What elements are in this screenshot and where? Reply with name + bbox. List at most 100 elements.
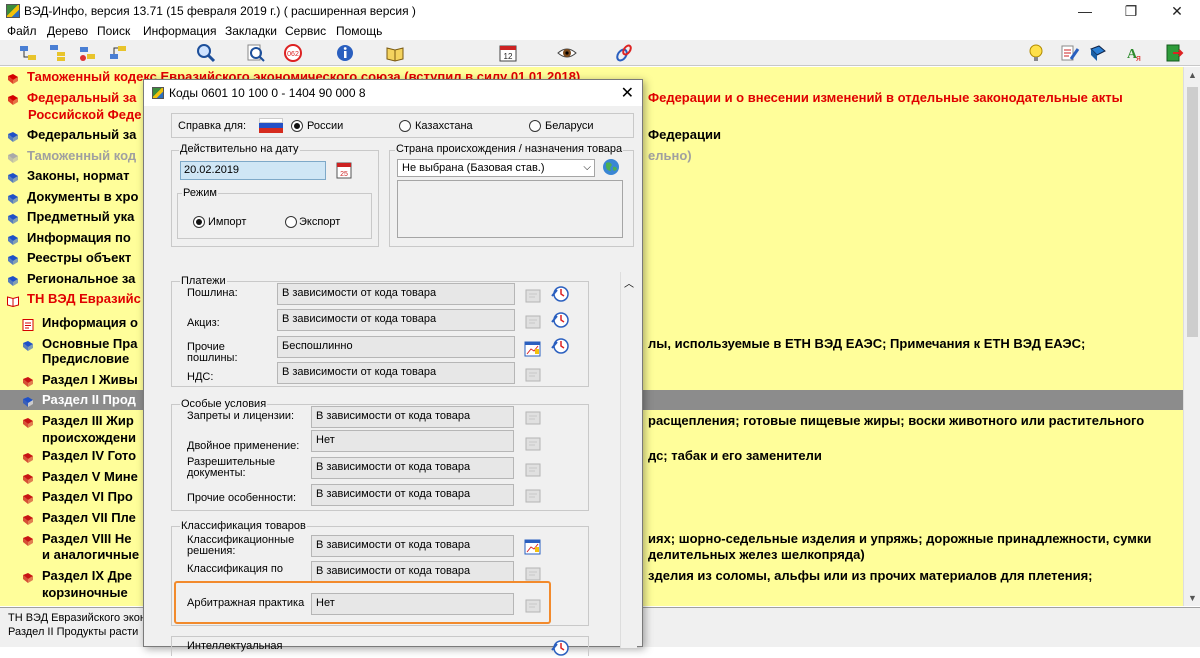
bulb-icon[interactable] — [1026, 43, 1046, 63]
menu-tree[interactable]: Дерево — [47, 24, 88, 38]
link-icon[interactable] — [614, 43, 634, 63]
tree-row-label: Раздел VI Про — [42, 489, 133, 504]
menu-file[interactable]: Файл — [7, 24, 37, 38]
book-icon — [22, 394, 34, 407]
book-icon — [22, 415, 34, 428]
other-features-value: В зависимости от кода товара — [311, 484, 514, 506]
codes-dialog: Коды 0601 10 100 0 - 1404 90 000 8 ✕ Спр… — [143, 79, 643, 656]
search-doc-icon[interactable] — [246, 43, 266, 63]
menu-bar: Файл Дерево Поиск Информация Закладки Се… — [0, 22, 1200, 40]
doc-disabled-icon[interactable] — [523, 408, 543, 428]
tree-row-label: Предисловие — [42, 351, 130, 366]
menu-search[interactable]: Поиск — [97, 24, 130, 38]
menu-bookmarks[interactable]: Закладки — [225, 24, 277, 38]
chart-doc-icon[interactable] — [523, 339, 543, 359]
other-duties-label: Прочие пошлины: — [187, 342, 238, 364]
country-russia-radio[interactable] — [291, 120, 303, 132]
scroll-up-arrow-icon[interactable]: ▲ — [1184, 67, 1200, 83]
mode-import-label[interactable]: Импорт — [208, 217, 246, 228]
menu-info[interactable]: Информация — [143, 24, 216, 38]
status-line-2: Раздел II Продукты расти — [8, 626, 139, 638]
other-duties-label-text: Прочие пошлины: — [187, 341, 238, 364]
menu-help[interactable]: Помощь — [336, 24, 382, 38]
dialog-scrollbar[interactable]: ︿ — [620, 272, 637, 648]
tree-row-label: Раздел I Живы — [42, 372, 138, 387]
tree-expand-icon[interactable] — [48, 43, 68, 63]
classification-group-label: Классификация товаров — [180, 520, 307, 532]
book-icon — [22, 570, 34, 583]
tree-row-label: корзиночные — [42, 585, 128, 600]
chevron-up-icon[interactable]: ︿ — [621, 275, 637, 290]
reference-for-group: Справка для: России Казахстана Беларуси — [171, 113, 634, 138]
doc-disabled-icon[interactable] — [523, 312, 543, 332]
country-kazakhstan-radio[interactable] — [399, 120, 411, 132]
scroll-thumb[interactable] — [1187, 87, 1198, 337]
mode-export-radio[interactable] — [285, 216, 297, 228]
dialog-close-button[interactable]: ✕ — [621, 83, 634, 103]
classification-docs-label-text: Классификация по документам: — [187, 564, 283, 577]
reference-for-label: Справка для: — [178, 120, 247, 132]
country-kazakhstan-label[interactable]: Казахстана — [415, 121, 473, 132]
open-book-icon — [7, 293, 19, 308]
country-belarus-radio[interactable] — [529, 120, 541, 132]
scroll-down-arrow-icon[interactable]: ▼ — [1184, 590, 1200, 606]
history-clock-icon[interactable] — [550, 336, 570, 356]
exit-icon[interactable] — [1164, 43, 1184, 63]
restore-button[interactable]: ❐ — [1108, 0, 1154, 22]
origin-country-list[interactable] — [397, 180, 623, 238]
doc-disabled-icon[interactable] — [523, 460, 543, 480]
tree-row-label: ТН ВЭД Евразийс — [27, 291, 141, 306]
search-icon[interactable] — [196, 43, 216, 63]
svg-text:062: 062 — [287, 51, 299, 58]
mode-import-radio[interactable] — [193, 216, 205, 228]
stop-icon[interactable]: 062 — [283, 43, 303, 63]
date-group-label: Действительно на дату — [179, 143, 300, 155]
doc-disabled-icon[interactable] — [523, 365, 543, 385]
doc-disabled-icon[interactable] — [523, 486, 543, 506]
doc-pen-icon[interactable] — [1060, 43, 1080, 63]
title-bar: ВЭД-Инфо, версия 13.71 (15 февраля 2019 … — [0, 0, 1200, 22]
classification-decisions-label: Классификационные решения: — [187, 535, 294, 557]
tree-row-label: Таможенный код — [27, 148, 137, 163]
date-input[interactable]: 20.02.2019 — [180, 161, 326, 180]
permits-label: Разрешительные документы: — [187, 457, 275, 479]
tree-up-icon[interactable] — [108, 43, 128, 63]
chart-doc-icon[interactable] — [523, 537, 543, 557]
tree-row-label: и аналогичные — [42, 547, 140, 562]
tree-nav-icon[interactable] — [18, 43, 38, 63]
tree-row-label: Информация по — [27, 230, 131, 245]
dual-use-label: Двойное применение: — [187, 440, 300, 452]
tree-row-continuation: делительных желез шелкопряда) — [648, 547, 865, 562]
minimize-button[interactable]: — — [1062, 0, 1108, 22]
history-clock-icon[interactable] — [550, 310, 570, 330]
close-button[interactable]: ✕ — [1154, 0, 1200, 22]
font-icon[interactable]: Ая — [1124, 43, 1144, 63]
permits-value: В зависимости от кода товара — [311, 457, 514, 479]
globe-icon[interactable] — [601, 157, 621, 177]
country-belarus-label[interactable]: Беларуси — [545, 121, 594, 132]
doc-disabled-icon[interactable] — [523, 286, 543, 306]
history-clock-icon[interactable] — [550, 638, 570, 658]
tree-row-continuation: Федерации — [648, 127, 721, 142]
doc-disabled-icon[interactable] — [523, 434, 543, 454]
tree-row-label: Раздел V Мине — [42, 469, 138, 484]
tree-collapse-icon[interactable] — [78, 43, 98, 63]
calendar-picker-icon[interactable]: 25 — [334, 160, 354, 180]
info-icon[interactable] — [335, 43, 355, 63]
tree-row-label: Реестры объект — [27, 250, 132, 265]
other-features-label: Прочие особенности: — [187, 492, 297, 504]
eye-icon[interactable] — [557, 43, 577, 63]
tree-scrollbar[interactable]: ▲ ▼ — [1183, 67, 1200, 606]
bookmark-book-icon[interactable] — [1088, 43, 1108, 63]
calendar-icon[interactable]: 12 — [498, 43, 518, 63]
status-line-1: ТН ВЭД Евразийского экон — [8, 612, 143, 624]
history-clock-icon[interactable] — [550, 284, 570, 304]
dialog-title-bar: Коды 0601 10 100 0 - 1404 90 000 8 ✕ — [144, 80, 642, 106]
tree-row-continuation: дс; табак и его заменители — [648, 448, 822, 463]
toolbar: 062 12 Ая — [0, 40, 1200, 66]
origin-country-select[interactable]: Не выбрана (Базовая став.) ⌵ — [397, 159, 595, 177]
mode-export-label[interactable]: Экспорт — [299, 217, 340, 228]
book-icon[interactable] — [385, 43, 405, 63]
menu-service[interactable]: Сервис — [285, 24, 326, 38]
country-russia-label[interactable]: России — [307, 121, 343, 132]
